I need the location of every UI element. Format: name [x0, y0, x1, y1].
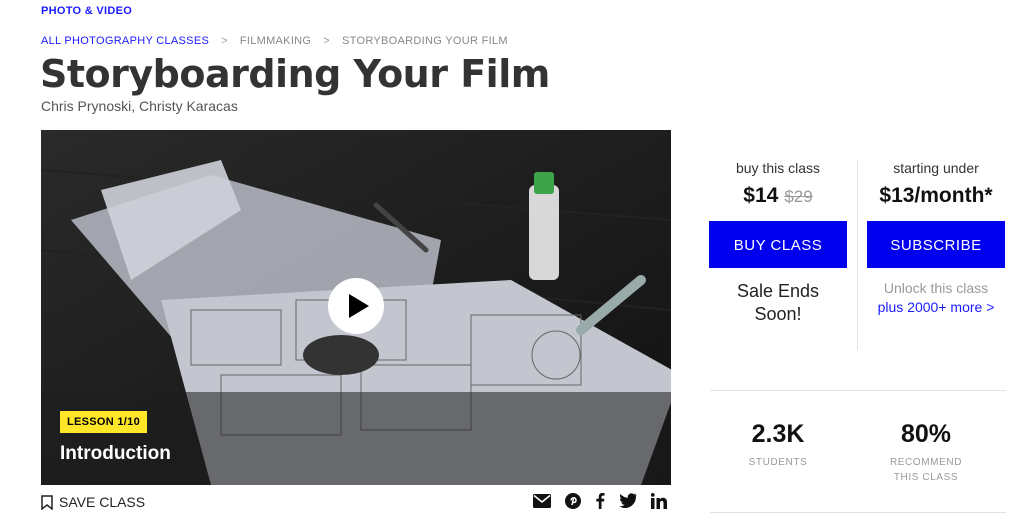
- lesson-badge: LESSON 1/10: [60, 411, 147, 433]
- email-icon[interactable]: [533, 493, 551, 508]
- students-count: 2.3K: [751, 420, 805, 448]
- lesson-title: Introduction: [60, 443, 171, 464]
- recommend-stat: 80% RECOMMEND THIS CLASS: [856, 420, 996, 485]
- pricing-divider: [857, 160, 858, 350]
- twitter-icon[interactable]: [619, 493, 637, 508]
- breadcrumb-separator: >: [323, 35, 331, 47]
- section-divider: [710, 390, 1006, 391]
- class-authors: Chris Prynoski, Christy Karacas: [41, 98, 238, 114]
- category-label[interactable]: PHOTO & VIDEO: [41, 5, 132, 17]
- breadcrumb-filmmaking[interactable]: FILMMAKING: [240, 35, 311, 47]
- more-classes-link[interactable]: plus 2000+ more >: [867, 299, 1005, 315]
- share-icons: [533, 492, 667, 509]
- breadcrumb-separator: >: [221, 35, 228, 47]
- buy-price-row: $14 $29: [709, 184, 847, 208]
- page-title: Storyboarding Your Film: [40, 52, 550, 96]
- recommend-label-line1: RECOMMEND: [889, 457, 963, 468]
- breadcrumb-all-photography[interactable]: ALL PHOTOGRAPHY CLASSES: [41, 35, 209, 47]
- breadcrumb: ALL PHOTOGRAPHY CLASSES > FILMMAKING > S…: [41, 35, 508, 47]
- save-class-label: SAVE CLASS: [59, 494, 146, 510]
- sale-text-line1: Sale Ends: [736, 281, 820, 301]
- students-stat: 2.3K STUDENTS: [708, 420, 848, 470]
- recommend-label-line2: THIS CLASS: [893, 472, 959, 483]
- video-player[interactable]: LESSON 1/10 Introduction: [41, 130, 671, 485]
- unlock-text: Unlock this class: [883, 280, 989, 296]
- subscribe-label: starting under: [893, 160, 979, 176]
- subscribe-panel: starting under $13/month* SUBSCRIBE Unlo…: [867, 160, 1005, 315]
- section-divider-bottom: [710, 512, 1006, 513]
- play-button[interactable]: [328, 278, 384, 334]
- facebook-icon[interactable]: [595, 492, 605, 509]
- buy-class-panel: buy this class $14 $29 BUY CLASS Sale End…: [709, 160, 847, 326]
- subscribe-button[interactable]: SUBSCRIBE: [867, 221, 1005, 268]
- buy-price: $14: [743, 184, 779, 207]
- subscribe-price: $13/month*: [879, 184, 993, 207]
- buy-class-button[interactable]: BUY CLASS: [709, 221, 847, 268]
- recommend-label: RECOMMEND THIS CLASS: [856, 455, 996, 485]
- breadcrumb-current: STORYBOARDING YOUR FILM: [342, 35, 508, 47]
- original-price: $29: [784, 187, 813, 206]
- students-label: STUDENTS: [748, 457, 808, 468]
- linkedin-icon[interactable]: [651, 492, 667, 509]
- bookmark-icon: [41, 494, 53, 510]
- recommend-percent: 80%: [900, 420, 952, 448]
- pinterest-icon[interactable]: [565, 492, 581, 509]
- video-caption-overlay: [41, 392, 671, 485]
- save-class-button[interactable]: SAVE CLASS: [41, 494, 145, 510]
- sale-notice: Sale Ends Soon!: [709, 280, 847, 326]
- buy-label: buy this class: [735, 160, 821, 176]
- sale-text-line2: Soon!: [754, 304, 802, 324]
